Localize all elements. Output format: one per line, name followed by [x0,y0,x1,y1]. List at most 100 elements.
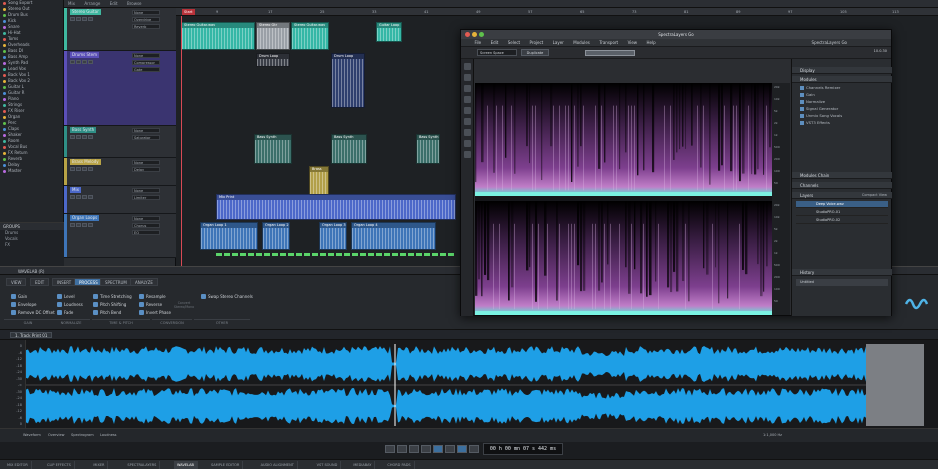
minimize-window-icon[interactable] [472,32,477,37]
menu-project[interactable]: Project [526,39,548,47]
module-item[interactable]: Normalize [800,99,825,105]
track-header[interactable]: Bass Synth None Saturator [64,126,176,158]
view-mode-select[interactable]: Screen Space [477,49,517,56]
layer-item[interactable]: StudioPRO-01 [796,209,888,216]
insert-slot[interactable]: Delay [132,167,160,172]
eraser-icon[interactable] [464,96,471,103]
audio-clip[interactable]: Drum Loop [331,53,365,108]
menu-modules[interactable]: Modules [569,39,594,47]
solo-button[interactable] [76,60,81,64]
insert-slot[interactable]: None [132,216,160,221]
prev-button[interactable] [397,445,407,453]
record-button[interactable] [82,167,87,171]
menu-edit[interactable]: Edit [487,39,503,47]
track-name[interactable]: Brass Melody [70,159,101,165]
audio-clip[interactable]: Stereo Guitar.wav [291,22,329,50]
next-button[interactable] [409,445,419,453]
mute-button[interactable] [70,17,75,21]
insert-slot[interactable]: Saturator [132,135,160,140]
convert-stereo-mono-button[interactable]: Convert Stereo/Mono [172,291,196,313]
layer-item[interactable]: Deep Voice.wav [796,201,888,208]
display-section[interactable]: Display [792,67,892,74]
mute-button[interactable] [70,167,75,171]
top-tab[interactable]: Arrange [80,0,104,8]
insert-slot[interactable]: Gate [132,67,160,72]
automation-lane[interactable] [216,253,456,256]
insert-slot[interactable]: None [132,188,160,193]
monitor-button[interactable] [88,167,93,171]
close-window-icon[interactable] [465,32,470,37]
menu-select[interactable]: Select [504,39,524,47]
monitor-button[interactable] [88,223,93,227]
track-header[interactable]: Organ Loops None Chorus EQ [64,214,176,258]
play-button[interactable] [457,445,467,453]
process-button[interactable]: Time Stretching [92,293,132,300]
top-tab[interactable]: Edit [106,0,122,8]
module-item[interactable]: Unmix Song Vocals [800,113,842,119]
solo-button[interactable] [76,135,81,139]
audio-clip[interactable]: Bass Synth [331,134,367,164]
track-name[interactable]: Drums Stem [70,52,99,58]
lower-zone-tab[interactable]: WAVELAB [174,461,198,469]
solo-button[interactable] [76,167,81,171]
process-button[interactable]: Reverse [138,301,162,308]
module-item[interactable]: Signal Generator [800,106,838,112]
solo-button[interactable] [76,223,81,227]
group-item[interactable]: FX [0,242,64,248]
record-button[interactable] [82,223,87,227]
audio-clip[interactable]: Brass [309,166,329,196]
compact-view-toggle[interactable]: Compact View [862,193,887,197]
mute-button[interactable] [70,223,75,227]
maximize-window-icon[interactable] [479,32,484,37]
ribbon-tab-view[interactable]: VIEW [6,278,27,286]
insert-slot[interactable]: Overdrive [132,17,160,22]
audio-clip[interactable]: Stereo Gtr [256,22,290,50]
view-tab-spectrogram[interactable]: Spectrogram [68,432,97,439]
audio-clip[interactable]: Guitar Loop [376,22,402,42]
play-icon[interactable] [464,129,471,136]
audio-clip[interactable]: Drum Loop [256,53,290,67]
lower-zone-tab[interactable]: CLIP EFFECTS [44,461,75,469]
record-button[interactable] [469,445,479,453]
lower-zone-tab[interactable]: MIXER [90,461,109,469]
ribbon-tab-analyze[interactable]: ANALYZE [130,278,158,286]
record-button[interactable] [82,135,87,139]
process-button[interactable]: Invert Phase [138,309,171,316]
ribbon-tab-edit[interactable]: EDIT [30,278,50,286]
top-tab[interactable]: Browse [123,0,146,8]
process-button[interactable]: Loudness [56,301,83,308]
process-button[interactable]: Swap Stereo Channels [200,293,253,300]
menu-view[interactable]: View [624,39,642,47]
lower-zone-tab[interactable]: MIX EDITOR [4,461,32,469]
record-button[interactable] [82,17,87,21]
ribbon-tab-insert[interactable]: INSERT [52,278,77,286]
audio-clip[interactable]: Organ Loop 4 [351,222,436,250]
hand-icon[interactable] [464,107,471,114]
layer-item[interactable]: StudioPRO-02 [796,217,888,224]
lasso-icon[interactable] [464,74,471,81]
waveform-selection-region[interactable] [866,344,924,426]
module-item[interactable]: VST3 Effects [800,120,830,126]
history-item[interactable]: Untitled [796,279,888,286]
rewind-button[interactable] [385,445,395,453]
mute-button[interactable] [70,60,75,64]
modules-chain-section[interactable]: Modules Chain [792,172,892,179]
audio-clip[interactable]: Organ Loop 1 [200,222,258,250]
audio-clip[interactable]: Mix Print [216,194,456,220]
ribbon-tab-process[interactable]: PROCESS [74,278,103,286]
menu-help[interactable]: Help [643,39,660,47]
duplicate-button[interactable]: Duplicate [521,49,549,56]
track-name[interactable]: Bass Synth [70,127,97,133]
insert-slot[interactable]: Compressor [132,60,160,65]
file-tab[interactable]: 1. Track Print 01 [10,332,53,338]
lower-zone-tab[interactable]: SAMPLE EDITOR [208,461,244,469]
track-name[interactable]: Organ Loops [70,215,100,221]
project-browser[interactable]: Song Export Stereo Out Drum Bus Kick Snare Hi… [0,0,64,222]
insert-slot[interactable]: None [132,53,160,58]
track-name[interactable]: Mix [70,187,81,193]
ribbon-tab-spectrum[interactable]: SPECTRUM [100,278,132,286]
monitor-button[interactable] [88,17,93,21]
cycle-button[interactable] [433,445,443,453]
zoom-icon[interactable] [464,118,471,125]
brush-icon[interactable] [464,85,471,92]
